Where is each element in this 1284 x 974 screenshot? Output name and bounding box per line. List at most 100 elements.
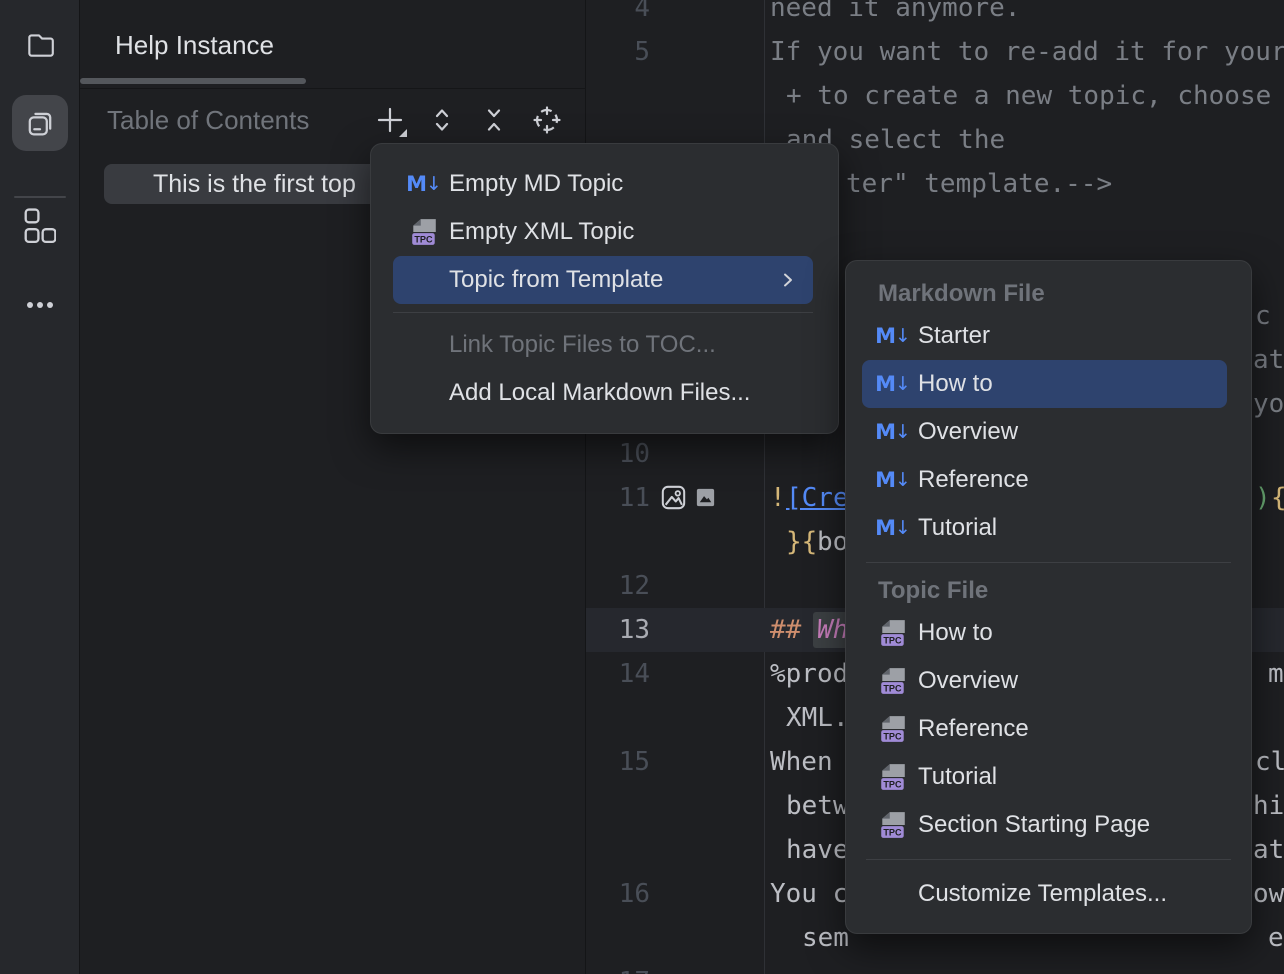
topic-file-icon: TPC [878,810,908,840]
line-number: 15 [586,740,650,784]
line-number: 14 [586,652,650,696]
line-number: 4 [586,0,650,30]
menu-separator [866,859,1231,860]
template-submenu: Markdown FileM↓StarterM↓How toM↓Overview… [845,260,1252,934]
code-segment: %prod [770,652,848,696]
collapse-all-icon [480,106,508,134]
menu-item-link-topic-files-to-toc[interactable]: Link Topic Files to TOC... [393,321,813,369]
menu-item-label: Overview [918,667,1018,695]
topic-file-icon: TPC [409,217,439,247]
code-segment: cl [1255,740,1284,784]
markdown-icon: M↓ [875,374,911,395]
menu-separator [866,562,1231,563]
menu-item-empty-md-topic[interactable]: M↓Empty MD Topic [393,160,813,208]
expand-all-icon [428,106,456,134]
menu-item-label: Reference [918,466,1029,494]
menu-item-empty-xml-topic[interactable]: TPC Empty XML Topic [393,208,813,256]
code-segment: c [1255,294,1271,338]
code-segment: ## [770,608,801,652]
expand-all-button[interactable] [424,102,460,138]
code-segment: When [770,740,833,784]
line-number: 16 [586,872,650,916]
image-preview-icon[interactable] [660,484,687,516]
folder-icon-button[interactable] [12,17,68,73]
locate-icon [532,105,562,135]
svg-text:TPC: TPC [883,635,902,645]
code-segment: his [1253,784,1284,828]
menu-item-overview[interactable]: TPC Overview [862,657,1227,705]
code-segment: You c [770,872,848,916]
code-segment: at [1253,338,1284,382]
more-icon [22,287,58,323]
menu-item-tutorial[interactable]: TPC Tutorial [862,753,1227,801]
topic-file-icon: TPC [878,618,908,648]
menu-item-label: Tutorial [918,763,997,791]
line-number: 5 [586,30,650,74]
toolwindow-title: Help Instance [115,30,274,61]
menu-item-starter[interactable]: M↓ Starter [862,312,1227,360]
menu-item-overview[interactable]: M↓ Overview [862,408,1227,456]
image-thumbnail-icon[interactable] [694,486,717,514]
line-number: 17 [586,960,650,974]
svg-text:TPC: TPC [883,731,902,741]
add-topic-button[interactable] [372,102,408,138]
structure-icon-button[interactable] [12,198,68,254]
menu-item-section-starting-page[interactable]: TPC Section Starting Page [862,801,1227,849]
code-segment: e [1268,916,1284,960]
menu-item-label: Overview [918,418,1018,446]
menu-item-add-local-markdown-files[interactable]: Add Local Markdown Files... [393,369,813,417]
menu-item-label: Empty XML Topic [449,218,634,246]
menu-item-topic-from-template[interactable]: Topic from Template [393,256,813,304]
menu-item-label: Tutorial [918,514,997,542]
toc-item-selected[interactable]: This is the first top [104,164,384,204]
menu-item-how-to[interactable]: TPCHow to [862,609,1227,657]
menu-item-reference[interactable]: M↓ Reference [862,456,1227,504]
toc-label: Table of Contents [107,90,309,150]
topic-file-icon: TPC [878,762,908,792]
menu-section-markdown-file: Markdown File [846,276,1251,312]
svg-text:TPC: TPC [414,234,433,244]
code-segment: sem [802,916,849,960]
code-segment: yo [1253,382,1284,426]
menu-item-label: Empty MD Topic [449,170,623,198]
svg-text:TPC: TPC [883,827,902,837]
menu-section-topic-file: Topic File [846,573,1251,609]
markdown-icon: M↓ [875,326,911,347]
line-number: 12 [586,564,650,608]
header-divider [80,88,586,89]
markdown-icon: M↓ [875,470,911,491]
code-segment: [Cre [786,476,849,520]
more-icon-button[interactable] [12,277,68,333]
svg-text:TPC: TPC [883,683,902,693]
new-topic-menu: M↓Empty MD Topic TPC Empty XML Topic Topic … [370,143,839,434]
svg-text:TPC: TPC [883,779,902,789]
code-segment: }{ [786,520,817,564]
menu-item-label: Starter [918,322,990,350]
code-segment: ! [770,476,786,520]
menu-item-reference[interactable]: TPC Reference [862,705,1227,753]
code-segment: { [1271,476,1284,520]
locate-button[interactable] [529,102,565,138]
toc-item-label: This is the first top [104,164,384,204]
topic-file-icon: TPC [878,714,908,744]
line-number: 10 [586,432,650,476]
toolwindow-stripe [0,0,80,974]
menu-item-tutorial[interactable]: M↓Tutorial [862,504,1227,552]
instances-icon-button[interactable] [12,95,68,151]
folder-icon [24,29,56,61]
code-segment: ow [1253,872,1284,916]
structure-icon [24,208,56,244]
collapse-all-button[interactable] [476,102,512,138]
menu-item-customize-templates[interactable]: Customize Templates... [862,870,1227,918]
menu-item-label: Reference [918,715,1029,743]
markdown-icon: M↓ [875,422,911,443]
code-segment: XML. [786,696,849,740]
menu-item-how-to[interactable]: M↓How to [862,360,1227,408]
panel-scrollbar-thumb[interactable] [80,78,306,84]
menu-item-label: Section Starting Page [918,811,1150,839]
code-segment: at [1253,828,1284,872]
code-segment: betw [786,784,849,828]
instances-icon [23,106,57,140]
code-segment: ter" template.--> [846,162,1112,206]
dropdown-arrow-icon [399,129,407,137]
